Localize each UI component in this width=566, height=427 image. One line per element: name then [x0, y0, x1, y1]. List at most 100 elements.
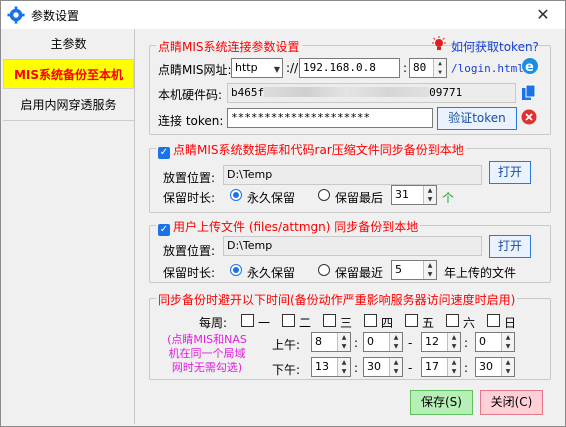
token-label: 连接 token: — [158, 114, 224, 128]
url-slashes: :// — [286, 61, 299, 75]
title-bar: 参数设置 ✕ — [1, 1, 565, 29]
help-token-link[interactable]: 如何获取token? — [451, 38, 539, 55]
pm-start-hour-spinner[interactable]: ▲ ▼ — [337, 358, 350, 376]
day-mon-checkbox[interactable] — [241, 314, 254, 327]
copy-icon[interactable] — [521, 84, 537, 102]
day-mon-label: 一 — [258, 316, 271, 330]
pm-end-minute[interactable]: 30 ▲ ▼ — [475, 357, 515, 377]
am-end-minute[interactable]: 0 ▲ ▼ — [475, 332, 515, 352]
day-sat-checkbox[interactable] — [446, 314, 459, 327]
day-sat-label: 六 — [463, 316, 476, 330]
am-start-colon: : — [354, 336, 359, 350]
db-keep-label: 保留时长: — [163, 191, 216, 205]
close-window-button[interactable]: ✕ — [529, 4, 557, 26]
files-backup-legend[interactable]: ✓ 用户上传文件 (files/attmgn) 同步备份到本地 — [156, 218, 421, 236]
check-icon: ✓ — [158, 224, 170, 236]
pm-start-minute-spinner[interactable]: ▲ ▼ — [389, 358, 402, 376]
am-start-minute-spinner[interactable]: ▲ ▼ — [389, 333, 402, 351]
pm-dash: - — [408, 361, 413, 375]
hardware-code-field: b465f 09771 — [227, 83, 516, 103]
nav-item-intranet[interactable]: 启用内网穿透服务 — [3, 90, 134, 120]
close-button[interactable]: 关闭(C) — [480, 390, 543, 415]
nas-note: (点睛MIS和NAS机在同一个局域网时无需勾选) — [167, 333, 247, 374]
pm-label: 下午: — [272, 363, 301, 377]
db-path-label: 放置位置: — [163, 171, 216, 185]
login-path: /login.html — [451, 62, 524, 75]
connection-legend: 点睛MIS系统连接参数设置 — [156, 38, 302, 55]
pm-end-colon: : — [464, 361, 469, 375]
day-fri-label: 五 — [422, 316, 435, 330]
am-dash: - — [408, 336, 413, 350]
chevron-down-icon: ▼ — [273, 65, 280, 74]
db-last-label: 保留最后 — [335, 191, 384, 205]
port-spinner[interactable]: ▲ ▼ — [433, 59, 446, 77]
db-forever-label: 永久保留 — [247, 191, 296, 205]
files-path-field: D:\Temp — [223, 236, 482, 256]
nav-item-mis-backup[interactable]: MIS系统备份至本机 — [3, 59, 134, 89]
port-input[interactable]: 80 ▲ ▼ — [409, 58, 447, 78]
day-sun-label: 日 — [504, 316, 517, 330]
verify-token-button[interactable]: 验证token — [437, 107, 517, 130]
db-forever-radio[interactable] — [230, 189, 242, 201]
nav-border — [134, 29, 135, 424]
protocol-select[interactable]: http ▼ — [231, 58, 283, 78]
day-tue-checkbox[interactable] — [282, 314, 295, 327]
am-end-minute-spinner[interactable]: ▲ ▼ — [501, 333, 514, 351]
week-label: 每周: — [199, 316, 228, 330]
db-last-spinner[interactable]: ▲ ▼ — [423, 186, 436, 204]
db-open-button[interactable]: 打开 — [489, 161, 531, 184]
redacted-block — [264, 87, 430, 97]
day-tue-label: 二 — [299, 316, 312, 330]
day-fri-checkbox[interactable] — [405, 314, 418, 327]
settings-window: 参数设置 ✕ 主参数 MIS系统备份至本机 启用内网穿透服务 点睛MIS系统连接… — [0, 0, 566, 427]
window-title: 参数设置 — [31, 9, 80, 23]
files-recent-spinner[interactable]: ▲ ▼ — [423, 261, 436, 279]
am-start-hour-spinner[interactable]: ▲ ▼ — [337, 333, 350, 351]
files-open-button[interactable]: 打开 — [489, 235, 531, 258]
bulb-icon — [432, 36, 446, 50]
save-button[interactable]: 保存(S) — [410, 390, 473, 415]
am-start-minute[interactable]: 0 ▲ ▼ — [363, 332, 403, 352]
day-thu-checkbox[interactable] — [364, 314, 377, 327]
files-forever-label: 永久保留 — [247, 266, 296, 280]
files-unit: 年上传的文件 — [444, 266, 517, 280]
am-start-hour[interactable]: 8 ▲ ▼ — [311, 332, 351, 352]
day-wed-checkbox[interactable] — [323, 314, 336, 327]
pm-end-hour[interactable]: 17 ▲ ▼ — [421, 357, 461, 377]
settings-nav: 主参数 MIS系统备份至本机 启用内网穿透服务 — [3, 29, 134, 121]
pm-start-hour[interactable]: 13 ▲ ▼ — [311, 357, 351, 377]
schedule-legend: 同步备份时避开以下时间(备份动作严重影响服务器访问速度时启用) — [156, 291, 518, 308]
files-forever-radio[interactable] — [230, 264, 242, 276]
token-input[interactable]: ********************* — [227, 108, 433, 128]
files-recent-radio[interactable] — [318, 264, 330, 276]
svg-text:e: e — [525, 60, 534, 75]
host-input[interactable]: 192.168.0.8 — [299, 58, 400, 78]
url-label: 点睛MIS网址: — [158, 63, 232, 77]
day-wed-label: 三 — [340, 316, 353, 330]
pm-start-minute[interactable]: 30 ▲ ▼ — [363, 357, 403, 377]
hardware-label: 本机硬件码: — [158, 88, 223, 102]
pm-end-minute-spinner[interactable]: ▲ ▼ — [501, 358, 514, 376]
db-path-field: D:\Temp — [223, 165, 482, 185]
am-end-hour-spinner[interactable]: ▲ ▼ — [447, 333, 460, 351]
clear-icon[interactable] — [521, 109, 537, 125]
port-colon: : — [403, 61, 408, 75]
am-end-hour[interactable]: 12 ▲ ▼ — [421, 332, 461, 352]
files-recent-input[interactable]: 5 ▲ ▼ — [391, 260, 437, 280]
nav-item-main[interactable]: 主参数 — [3, 29, 134, 59]
day-sun-checkbox[interactable] — [487, 314, 500, 327]
browser-icon[interactable]: e — [521, 57, 539, 75]
db-backup-legend[interactable]: ✓ 点睛MIS系统数据库和代码rar压缩文件同步备份到本地 — [156, 141, 466, 159]
nav-divider — [3, 120, 134, 123]
pm-start-colon: : — [354, 361, 359, 375]
db-unit: 个 — [442, 191, 455, 205]
day-thu-label: 四 — [381, 316, 394, 330]
db-last-radio[interactable] — [318, 189, 330, 201]
files-path-label: 放置位置: — [163, 244, 216, 258]
check-icon: ✓ — [158, 147, 170, 159]
am-label: 上午: — [272, 338, 301, 352]
db-last-input[interactable]: 31 ▲ ▼ — [391, 185, 437, 205]
gear-icon — [7, 6, 25, 24]
pm-end-hour-spinner[interactable]: ▲ ▼ — [447, 358, 460, 376]
files-recent-label: 保留最近 — [335, 266, 384, 280]
